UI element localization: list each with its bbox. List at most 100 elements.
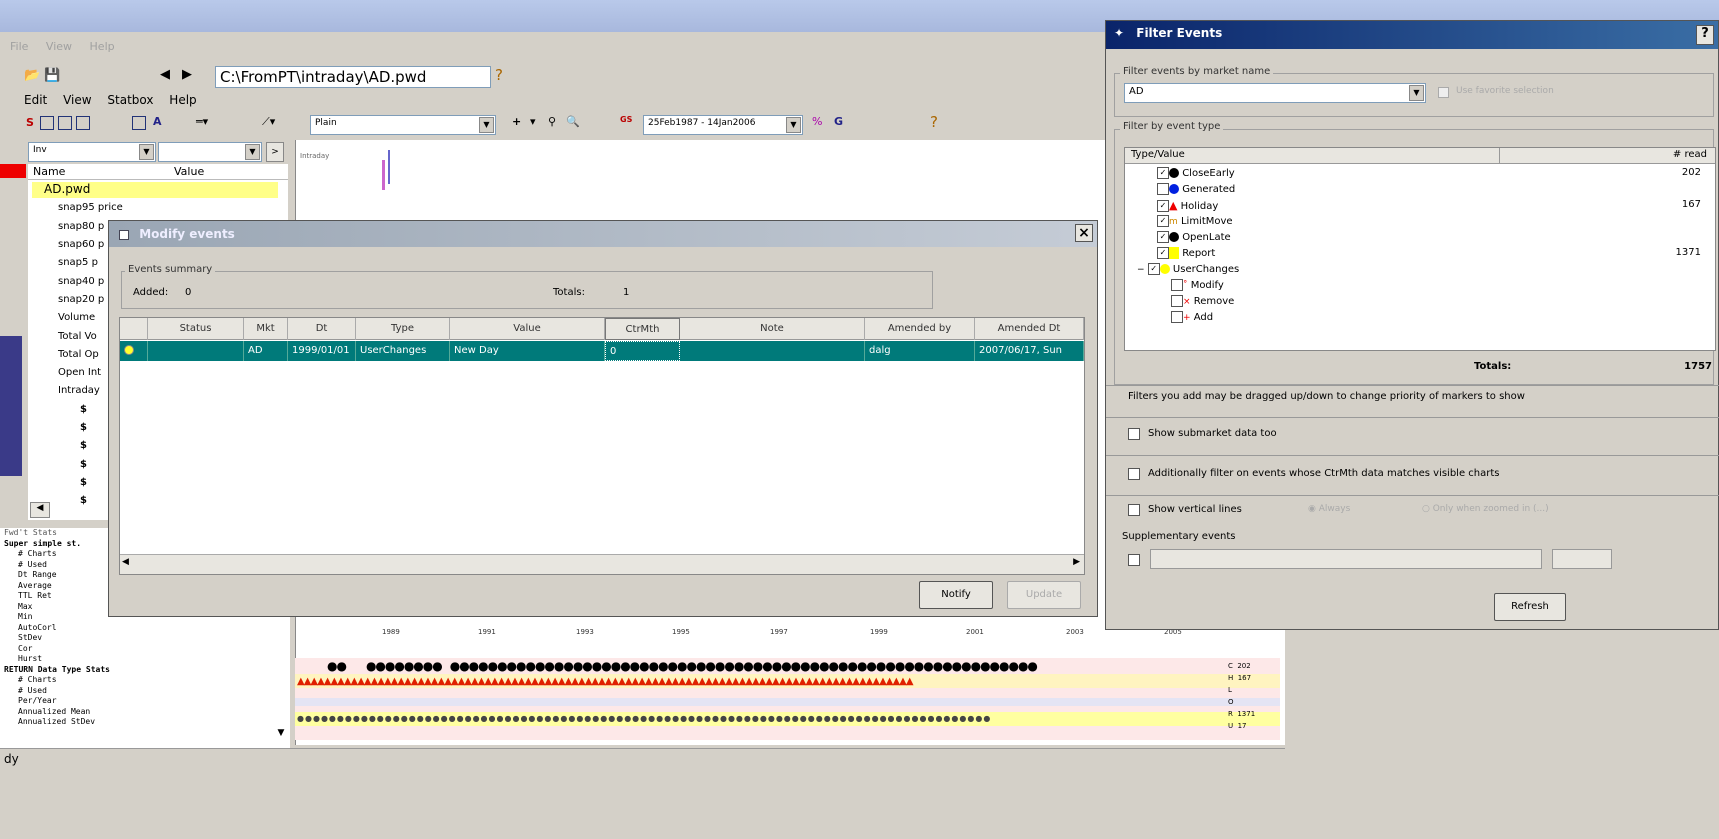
help-icon[interactable]: ? <box>930 113 938 131</box>
help-pointer-icon[interactable]: ? <box>495 66 503 84</box>
collapse-icon[interactable]: − <box>1137 265 1145 275</box>
menu-view2[interactable]: View <box>63 93 91 107</box>
gs-button[interactable]: GS <box>620 115 632 124</box>
checkbox-checked[interactable]: ✓ <box>1157 167 1169 179</box>
style-select[interactable]: Plain ▼ <box>310 115 496 135</box>
ctrmth-checkbox[interactable] <box>1128 468 1140 480</box>
event-closeearly[interactable]: ✓ CloseEarly <box>1157 167 1235 179</box>
tree-col-name[interactable]: Name <box>33 165 65 178</box>
notify-button[interactable]: Notify <box>919 581 993 609</box>
cell-dt[interactable]: 1999/01/01 <box>288 341 356 361</box>
col-mkt[interactable]: Mkt <box>244 318 288 340</box>
cell-status[interactable] <box>148 341 244 361</box>
favorite-checkbox[interactable] <box>1438 87 1449 98</box>
zoomed-radio[interactable]: ○ Only when zoomed in (...) <box>1422 504 1549 514</box>
col-ctrmth[interactable]: CtrMth <box>605 318 680 340</box>
date-range-select[interactable]: 25Feb1987 - 14Jan2006 ▼ <box>643 115 803 135</box>
stats-line[interactable]: AutoCorl <box>4 623 290 634</box>
event-generated[interactable]: Generated <box>1157 183 1235 195</box>
filter-dialog-titlebar[interactable]: ✦ Filter Events <box>1106 21 1718 49</box>
tree-item[interactable]: snap40 p <box>58 276 104 287</box>
stats-line[interactable]: RETURN Data Type Stats <box>4 665 290 676</box>
binoculars-icon[interactable]: ⚲ <box>548 115 556 128</box>
col-value[interactable]: Value <box>450 318 605 340</box>
tree-item[interactable]: snap95 price <box>58 202 123 213</box>
stats-line[interactable]: StDev <box>4 633 290 644</box>
checkbox-unchecked[interactable] <box>1157 183 1169 195</box>
event-limitmove[interactable]: ✓ m LimitMove <box>1157 215 1233 227</box>
cell-value[interactable]: New Day <box>450 341 605 361</box>
col-type[interactable]: Type <box>356 318 450 340</box>
zoom-in-plus-icon[interactable]: + <box>512 115 521 128</box>
cell-ctrmth[interactable]: 0 <box>605 341 680 361</box>
col-status[interactable]: Status <box>148 318 244 340</box>
tree-dollar-item[interactable]: $ <box>80 422 87 433</box>
tree-dollar-item[interactable]: $ <box>80 440 87 451</box>
stats-line[interactable]: Per/Year <box>4 696 290 707</box>
list-icon[interactable] <box>76 116 90 130</box>
col-amended-dt[interactable]: Amended Dt <box>975 318 1084 340</box>
tree-item[interactable]: Total Op <box>58 349 99 360</box>
checkbox-checked[interactable]: ✓ <box>1157 247 1169 259</box>
g-icon[interactable]: G <box>834 115 843 128</box>
tree-col-value[interactable]: Value <box>174 165 204 178</box>
close-icon[interactable]: × <box>1075 224 1093 242</box>
tree-item[interactable]: Volume <box>58 312 95 323</box>
stats-line[interactable]: Annualized Mean <box>4 707 290 718</box>
expand-button[interactable]: > <box>266 142 284 162</box>
vertical-lines-checkbox[interactable] <box>1128 504 1140 516</box>
menu-view[interactable]: View <box>46 40 72 53</box>
line-style-icon[interactable]: ═▾ <box>196 115 208 128</box>
stats-line[interactable]: Cor <box>4 644 290 655</box>
table-icon[interactable] <box>40 116 54 130</box>
col-dt[interactable]: Dt <box>288 318 356 340</box>
checkbox-checked[interactable]: ✓ <box>1157 215 1169 227</box>
col-amended-by[interactable]: Amended by <box>865 318 975 340</box>
tree-dollar-item[interactable]: $ <box>80 495 87 506</box>
menu-file[interactable]: File <box>10 40 28 53</box>
tree-item[interactable]: Total Vo <box>58 331 97 342</box>
tree-dollar-item[interactable]: $ <box>80 404 87 415</box>
event-remove[interactable]: × Remove <box>1171 295 1234 307</box>
cell-type[interactable]: UserChanges <box>356 341 450 361</box>
update-button[interactable]: Update <box>1007 581 1081 609</box>
checkbox-checked[interactable]: ✓ <box>1157 200 1169 212</box>
forward-arrow-icon[interactable]: ▶ <box>182 67 192 82</box>
tree-root-item[interactable]: AD.pwd <box>32 182 278 198</box>
tree-item[interactable]: Open Int <box>58 367 101 378</box>
back-arrow-icon[interactable]: ◀ <box>160 67 170 82</box>
supplementary-input[interactable] <box>1150 549 1542 569</box>
draw-icon[interactable]: ⟋▾ <box>262 115 275 129</box>
supplementary-checkbox[interactable] <box>1128 554 1140 566</box>
table-row[interactable]: AD 1999/01/01 UserChanges New Day 0 dalg… <box>120 341 1084 361</box>
font-icon[interactable]: A <box>153 115 162 128</box>
event-add[interactable]: + Add <box>1171 311 1213 323</box>
event-userchanges[interactable]: − ✓ UserChanges <box>1137 263 1239 275</box>
checkbox-checked[interactable]: ✓ <box>1147 263 1160 275</box>
help-button[interactable]: ? <box>1696 25 1714 45</box>
event-modify[interactable]: ˚ Modify <box>1171 279 1224 291</box>
table-hscrollbar[interactable]: ◀ ▶ <box>120 554 1084 574</box>
file-path-input[interactable]: C:\FromPT\intraday\AD.pwd <box>215 66 491 88</box>
col-note[interactable]: Note <box>680 318 865 340</box>
cell-mkt[interactable]: AD <box>244 341 288 361</box>
tree-item[interactable]: snap60 p <box>58 239 104 250</box>
event-openlate[interactable]: ✓ OpenLate <box>1157 231 1231 243</box>
magnifier-icon[interactable]: 🔍 <box>566 115 580 128</box>
scroll-left-icon[interactable]: ◀ <box>122 557 129 567</box>
market-select[interactable]: AD ▼ <box>1124 83 1426 103</box>
cell-amended-dt[interactable]: 2007/06/17, Sun <box>975 341 1084 361</box>
tree-item[interactable]: Intraday <box>58 385 100 396</box>
stats-line[interactable]: Hurst <box>4 654 290 665</box>
event-report[interactable]: ✓ Report <box>1157 247 1215 259</box>
tree-item[interactable]: snap80 p <box>58 221 104 232</box>
stats-line[interactable]: Annualized StDev <box>4 717 290 728</box>
cell-note[interactable] <box>680 341 865 361</box>
checkbox-unchecked[interactable] <box>1171 295 1183 307</box>
save-icon[interactable]: 💾 <box>44 68 60 83</box>
grid-icon[interactable] <box>58 116 72 130</box>
menu-statbox[interactable]: Statbox <box>107 93 153 107</box>
submarket-checkbox[interactable] <box>1128 428 1140 440</box>
checkbox-unchecked[interactable] <box>1171 311 1183 323</box>
col-type-value[interactable]: Type/Value <box>1131 149 1185 160</box>
